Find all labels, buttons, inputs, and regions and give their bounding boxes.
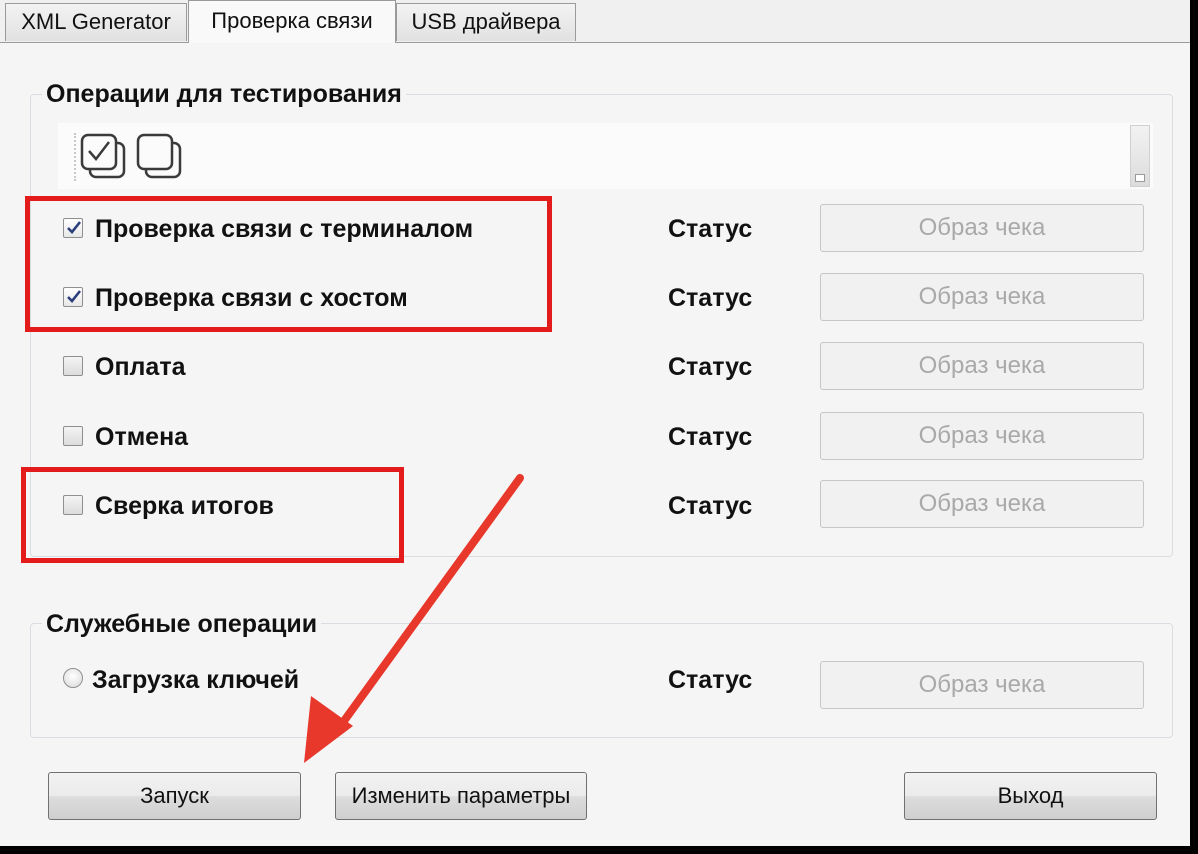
tab-connection-check[interactable]: Проверка связи <box>188 0 396 43</box>
app-window: XML Generator Проверка связи USB драйвер… <box>0 0 1190 846</box>
annotation-arrow-icon <box>304 474 524 763</box>
